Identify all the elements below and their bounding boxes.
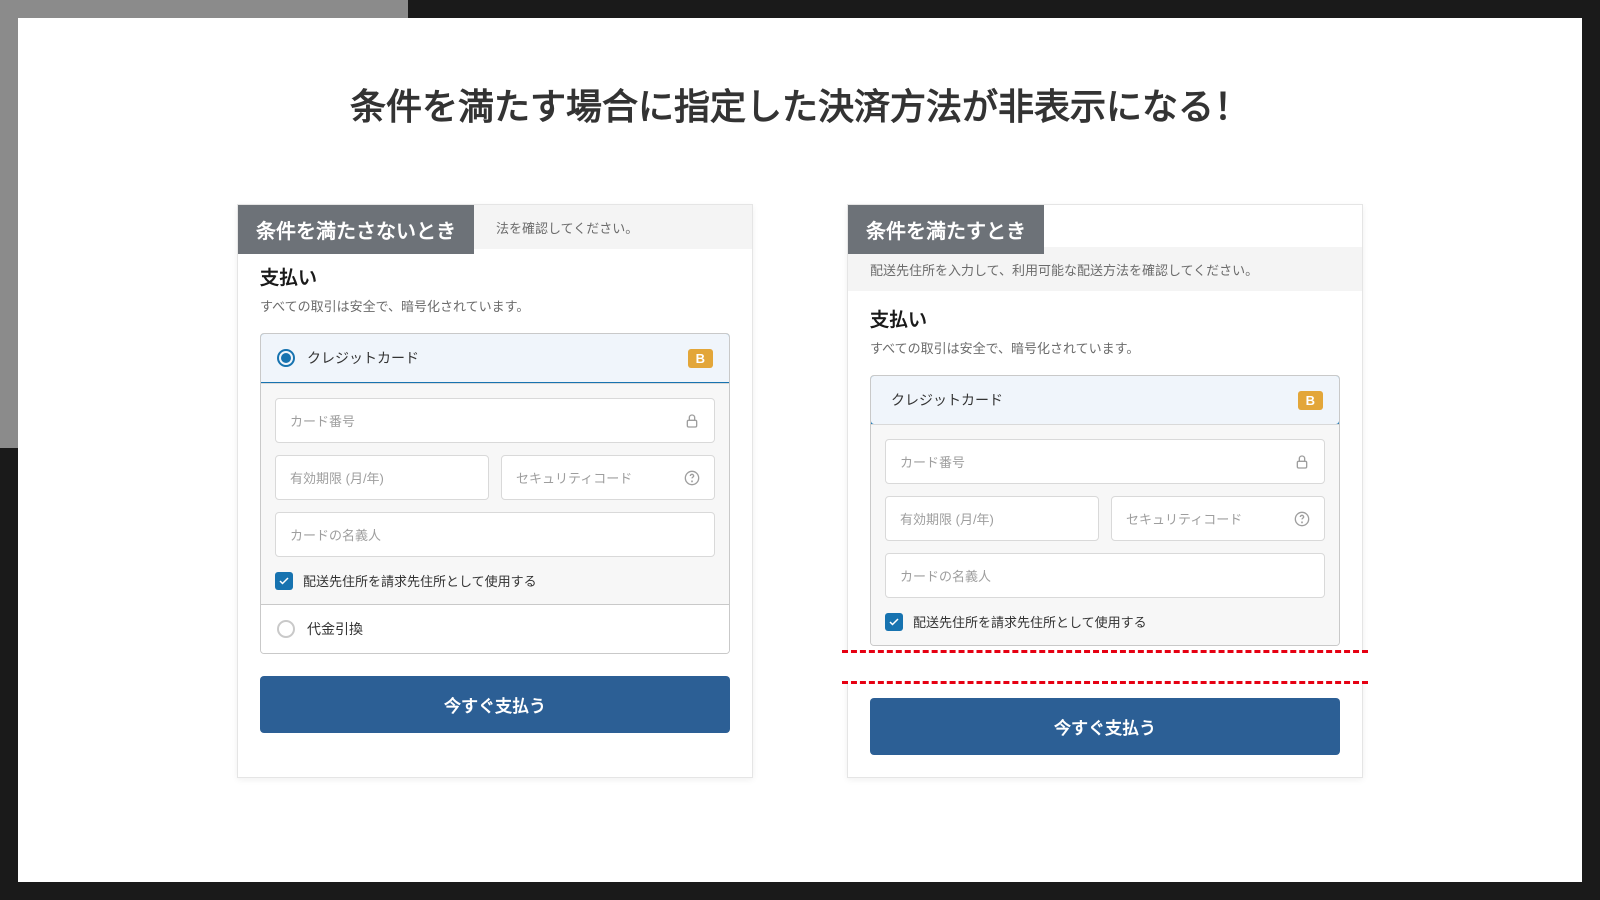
credit-card-label: クレジットカード	[891, 390, 1003, 410]
expiry-input[interactable]: 有効期限 (月/年)	[885, 496, 1099, 541]
pay-now-button[interactable]: 今すぐ支払う	[870, 698, 1340, 755]
page-title: 条件を満たす場合に指定した決済方法が非表示になる！	[18, 78, 1582, 130]
brand-badge-icon: B	[688, 349, 713, 368]
payment-options-box: クレジットカード B カード番号 有効期限 (月/年) セキュリティコ	[870, 375, 1340, 646]
hidden-option-highlight	[842, 650, 1368, 684]
panel-condition-met: 条件を満たすとき 配送先住所を入力して、利用可能な配送方法を確認してください。 …	[847, 204, 1363, 778]
help-icon	[684, 470, 700, 486]
radio-credit-card-icon	[277, 349, 295, 367]
cvv-placeholder: セキュリティコード	[516, 468, 632, 487]
expiry-placeholder: 有効期限 (月/年)	[290, 468, 384, 487]
option-cash-on-delivery[interactable]: 代金引換	[261, 604, 729, 653]
billing-same-checkbox[interactable]: 配送先住所を請求先住所として使用する	[275, 571, 715, 590]
main-card: 条件を満たす場合に指定した決済方法が非表示になる！ 条件を満たさないとき 法を確…	[18, 18, 1582, 882]
credit-card-form: カード番号 有効期限 (月/年) セキュリティコード カードの名義人	[871, 424, 1339, 645]
pay-now-button[interactable]: 今すぐ支払う	[260, 676, 730, 733]
cardholder-name-input[interactable]: カードの名義人	[885, 553, 1325, 598]
credit-card-form: カード番号 有効期限 (月/年) セキュリティコード カードの名義人	[261, 383, 729, 604]
billing-checkbox-label: 配送先住所を請求先住所として使用する	[913, 612, 1147, 631]
cvv-input[interactable]: セキュリティコード	[501, 455, 715, 500]
tag-condition-met: 条件を満たすとき	[848, 205, 1044, 254]
section-subtitle: すべての取引は安全で、暗号化されています。	[870, 338, 1340, 357]
radio-cod-icon	[277, 620, 295, 638]
expiry-placeholder: 有効期限 (月/年)	[900, 509, 994, 528]
expiry-input[interactable]: 有効期限 (月/年)	[275, 455, 489, 500]
section-title: 支払い	[260, 263, 730, 290]
card-number-placeholder: カード番号	[290, 411, 355, 430]
option-credit-card[interactable]: クレジットカード B	[870, 375, 1340, 425]
help-icon	[1294, 511, 1310, 527]
lock-icon	[1294, 454, 1310, 470]
panel-condition-not-met: 条件を満たさないとき 法を確認してください。 支払い すべての取引は安全で、暗号…	[237, 204, 753, 778]
checkbox-icon	[885, 613, 903, 631]
lock-icon	[684, 413, 700, 429]
credit-card-label: クレジットカード	[307, 348, 419, 368]
info-text: 法を確認してください。	[496, 218, 638, 237]
cardholder-name-input[interactable]: カードの名義人	[275, 512, 715, 557]
tag-condition-not-met: 条件を満たさないとき	[238, 205, 474, 254]
billing-checkbox-label: 配送先住所を請求先住所として使用する	[303, 571, 537, 590]
brand-badge-icon: B	[1298, 391, 1323, 410]
payment-options-box: クレジットカード B カード番号 有効期限 (月/年) セキュリティコ	[260, 333, 730, 654]
cardholder-placeholder: カードの名義人	[290, 525, 381, 544]
billing-same-checkbox[interactable]: 配送先住所を請求先住所として使用する	[885, 612, 1325, 631]
card-number-input[interactable]: カード番号	[275, 398, 715, 443]
cvv-placeholder: セキュリティコード	[1126, 509, 1242, 528]
section-title: 支払い	[870, 305, 1340, 332]
card-number-placeholder: カード番号	[900, 452, 965, 471]
card-number-input[interactable]: カード番号	[885, 439, 1325, 484]
section-subtitle: すべての取引は安全で、暗号化されています。	[260, 296, 730, 315]
info-text: 配送先住所を入力して、利用可能な配送方法を確認してください。	[870, 260, 1258, 279]
cvv-input[interactable]: セキュリティコード	[1111, 496, 1325, 541]
option-credit-card[interactable]: クレジットカード B	[260, 333, 730, 383]
checkbox-icon	[275, 572, 293, 590]
cod-label: 代金引換	[307, 619, 363, 639]
payment-section-header: 支払い すべての取引は安全で、暗号化されています。	[238, 249, 752, 315]
panels-container: 条件を満たさないとき 法を確認してください。 支払い すべての取引は安全で、暗号…	[18, 204, 1582, 778]
payment-section-header: 支払い すべての取引は安全で、暗号化されています。	[848, 291, 1362, 357]
cardholder-placeholder: カードの名義人	[900, 566, 991, 585]
